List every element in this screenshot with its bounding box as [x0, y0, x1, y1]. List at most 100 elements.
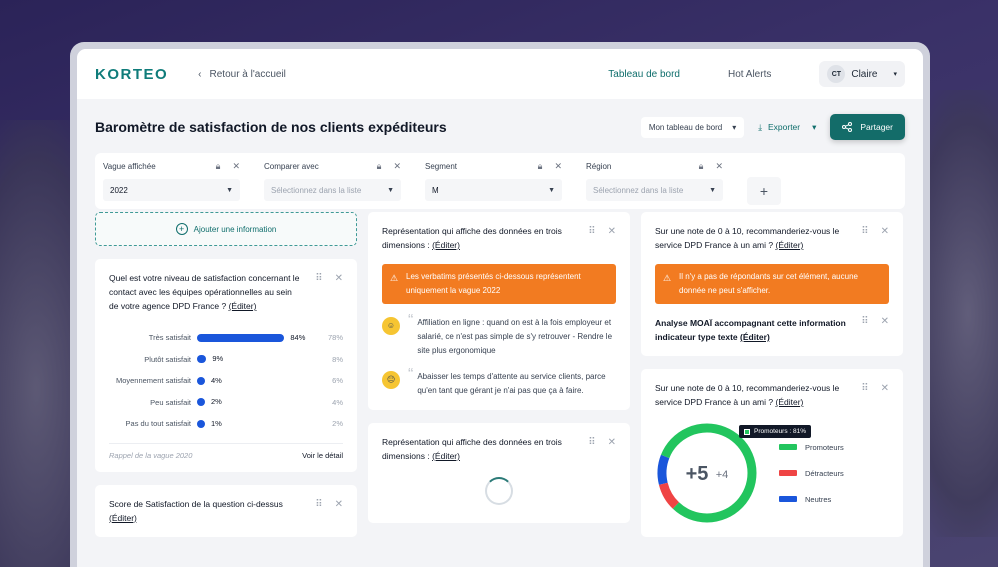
edit-link[interactable]: (Éditer) [740, 332, 770, 342]
bar-value-label: 4% [211, 375, 222, 385]
bar-value-label: 2% [211, 397, 222, 407]
drag-handle-icon[interactable]: ⠿ [861, 316, 868, 327]
bar-compare-label: 78% [327, 333, 343, 343]
filter-region-select[interactable]: Sélectionnez dans la liste ▼ [586, 179, 723, 201]
user-menu[interactable]: CT Claire ▾ [819, 61, 905, 87]
bar-compare-label: 2% [332, 419, 343, 429]
close-icon[interactable]: ✕ [232, 161, 240, 172]
share-button[interactable]: Partager [830, 114, 905, 140]
drag-handle-icon[interactable]: ⠿ [861, 383, 868, 394]
bar-label: Pas du tout satisfait [125, 419, 191, 429]
close-icon[interactable]: ✕ [554, 161, 562, 172]
chevron-down-icon: ▼ [548, 186, 555, 194]
card-title: Représentation qui affiche des données e… [382, 437, 562, 461]
column-right: ⠿ ✕ Sur une note de 0 à 10, recommanderie… [641, 212, 903, 550]
bar-track: 84% [197, 333, 305, 342]
filter-value: M [432, 185, 439, 195]
lock-icon[interactable]: 🔒︎ [699, 161, 704, 172]
close-icon[interactable]: ✕ [608, 437, 616, 448]
nps-empty-card: ⠿ ✕ Sur une note de 0 à 10, recommanderie… [641, 212, 903, 356]
bar [197, 333, 285, 342]
smile-emoji-icon: ☺ [382, 317, 400, 335]
add-filter-button[interactable]: + [747, 177, 781, 205]
lock-icon[interactable]: 🔒︎ [538, 161, 543, 172]
filter-compare-select[interactable]: Sélectionnez dans la liste ▼ [264, 179, 401, 201]
card-title: Représentation qui affiche des données e… [382, 226, 562, 250]
close-icon[interactable]: ✕ [335, 499, 343, 510]
warning-icon: ⚠ [390, 273, 399, 283]
top-nav: KORTEO ‹ Retour à l'accueil Tableau de b… [77, 49, 923, 99]
close-icon[interactable]: ✕ [393, 161, 401, 172]
close-icon[interactable]: ✕ [608, 226, 616, 237]
bar [197, 398, 205, 407]
share-label: Partager [860, 122, 893, 132]
drag-handle-icon[interactable]: ⠿ [315, 499, 322, 510]
edit-link[interactable]: (Éditer) [775, 397, 803, 407]
lock-icon[interactable]: 🔒︎ [216, 161, 221, 172]
close-icon[interactable]: ✕ [881, 316, 889, 327]
card-question: Sur une note de 0 à 10, recommanderiez-v… [655, 383, 840, 407]
title-actions: Mon tableau de bord ▾ ⤓ Exporter ▾ Parta… [640, 114, 905, 140]
filter-wave-select[interactable]: 2022 ▼ [103, 179, 240, 201]
filter-label: Segment [425, 161, 458, 171]
close-icon[interactable]: ✕ [881, 383, 889, 394]
add-information-label: Ajouter une information [193, 224, 277, 234]
device-frame: KORTEO ‹ Retour à l'accueil Tableau de b… [70, 42, 930, 567]
nav-hot-alerts[interactable]: Hot Alerts [728, 69, 771, 80]
column-left: + Ajouter une information ⠿ ✕ Quel est vo… [95, 212, 357, 550]
edit-link[interactable]: (Éditer) [775, 240, 803, 250]
filter-segment-select[interactable]: M ▼ [425, 179, 562, 201]
plus-icon: + [759, 183, 769, 199]
back-link-label: Retour à l'accueil [209, 68, 286, 80]
nav-links: Tableau de bord Hot Alerts CT Claire ▾ [608, 61, 905, 87]
card-footer: Rappel de la vague 2020 Voir le détail [109, 442, 343, 460]
logo[interactable]: KORTEO [95, 66, 168, 83]
chevron-down-icon: ▼ [709, 186, 716, 194]
satisfaction-card: ⠿ ✕ Quel est votre niveau de satisfaction… [95, 259, 357, 472]
nav-dashboard[interactable]: Tableau de bord [608, 69, 680, 80]
legend-item: Neutres [779, 486, 844, 512]
analysis-text: Analyse MOAÏ accompagnant cette informat… [655, 318, 846, 342]
drag-handle-icon[interactable]: ⠿ [315, 273, 322, 284]
share-icon [842, 122, 853, 132]
previous-wave-note: Rappel de la vague 2020 [109, 450, 193, 460]
title-row: Baromètre de satisfaction de nos clients… [77, 105, 923, 149]
filter-label: Comparer avec [264, 161, 319, 171]
quote-icon: “ [408, 312, 414, 329]
warning-icon: ⚠ [663, 273, 672, 283]
edit-link[interactable]: (Éditer) [109, 513, 137, 523]
bar-row: Plutôt satisfait 9% 8% [109, 349, 343, 371]
filter-placeholder: Sélectionnez dans la liste [593, 185, 684, 195]
warning-alert: ⚠ Les verbatims présentés ci-dessous repr… [382, 264, 616, 304]
close-icon[interactable]: ✕ [881, 226, 889, 237]
back-link[interactable]: ‹ Retour à l'accueil [198, 69, 286, 80]
add-information-button[interactable]: + Ajouter une information [95, 212, 357, 246]
app-window: KORTEO ‹ Retour à l'accueil Tableau de b… [77, 49, 923, 567]
edit-link[interactable]: (Éditer) [432, 240, 460, 250]
chevron-down-icon: ▾ [812, 121, 817, 132]
nps-score: +5 [686, 463, 709, 485]
edit-link[interactable]: (Éditer) [432, 451, 460, 461]
bar-row: Moyennement satisfait 4% 6% [109, 370, 343, 392]
filter-compare: Comparer avec 🔒︎ ✕ Sélectionnez dans la li… [264, 159, 401, 203]
close-icon[interactable]: ✕ [335, 273, 343, 284]
user-name: Claire [851, 68, 878, 80]
bar-track: 4% [197, 375, 287, 385]
warning-alert: ⚠ Il n'y a pas de répondants sur cet élém… [655, 264, 889, 304]
bar [197, 355, 207, 364]
filter-placeholder: Sélectionnez dans la liste [271, 185, 362, 195]
close-icon[interactable]: ✕ [715, 161, 723, 172]
loading-spinner-icon [485, 477, 513, 505]
edit-link[interactable]: (Éditer) [229, 301, 257, 311]
bar-track: 9% [197, 354, 287, 364]
drag-handle-icon[interactable]: ⠿ [588, 226, 595, 237]
dashboard-select[interactable]: Mon tableau de bord ▾ [640, 116, 745, 138]
drag-handle-icon[interactable]: ⠿ [588, 437, 595, 448]
see-detail-link[interactable]: Voir le détail [302, 451, 343, 460]
bar-track: 2% [197, 397, 287, 407]
bar-row: Pas du tout satisfait 1% 2% [109, 413, 343, 435]
export-button[interactable]: ⤓ Exporter ▾ [758, 122, 816, 133]
bar-row: Peu satisfait 2% 4% [109, 392, 343, 414]
lock-icon[interactable]: 🔒︎ [377, 161, 382, 172]
drag-handle-icon[interactable]: ⠿ [861, 226, 868, 237]
